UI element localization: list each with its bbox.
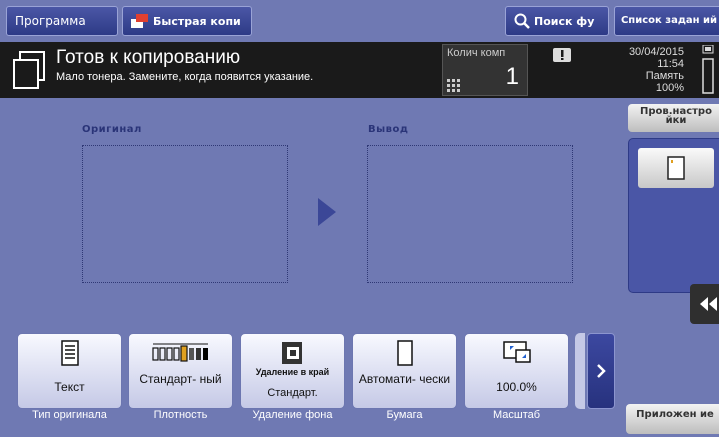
quick-copy-label: Быстрая копи [153, 14, 241, 28]
preview-area: Оригинал Вывод [0, 98, 628, 324]
paper-button[interactable]: Автомати- чески [352, 333, 457, 409]
check-settings-label: Пров.настро йки [640, 106, 712, 126]
status-message: Мало тонера. Замените, когда появится ук… [56, 71, 314, 83]
original-preview-frame [82, 145, 288, 283]
zoom-scale-icon [502, 341, 531, 363]
memory-gauge-icon [702, 45, 714, 94]
status-bar: Готов к копированию Мало тонера. Заменит… [0, 42, 719, 98]
density-value: Стандарт- ный [139, 372, 222, 386]
zoom-label: Масштаб [492, 409, 541, 421]
job-list-button[interactable]: Список задан ий [614, 6, 719, 36]
density-scale-icon [151, 343, 208, 362]
status-title: Готов к копированию [56, 47, 241, 68]
copy-count-label: Колич комп [447, 47, 506, 59]
top-bar: Программа Быстрая копи Поиск фу Список з… [0, 0, 719, 42]
quick-copy-icon [131, 14, 148, 28]
original-label: Оригинал [82, 124, 142, 135]
job-list-label: Список задан ий [620, 15, 718, 26]
copy-count-box[interactable]: Колич комп 1 [442, 44, 528, 96]
warning-icon[interactable] [553, 48, 571, 62]
date-text: 30/04/2015 [628, 46, 684, 58]
original-type-label: Тип оригинала [32, 409, 107, 421]
date-time-memory: 30/04/2015 11:54 Память 100% [610, 46, 684, 94]
next-tile-stub [575, 333, 585, 409]
background-removal-button[interactable]: Удаление в край Стандарт. [240, 333, 345, 409]
application-button[interactable]: Приложен ие [626, 404, 719, 434]
function-bar: Текст Тип оригинала Стандарт- ный Плотно… [0, 324, 719, 437]
orientation-panel [628, 138, 719, 293]
page-orientation-icon [667, 156, 685, 180]
zoom-value: 100.0% [496, 380, 537, 394]
double-chevron-left-icon [700, 297, 717, 311]
copy-documents-icon [13, 51, 45, 89]
time-text: 11:54 [657, 58, 684, 70]
keypad-icon[interactable] [447, 79, 461, 93]
quick-copy-button[interactable]: Быстрая копи [122, 6, 252, 36]
program-button-label: Программа [15, 14, 86, 28]
zoom-button[interactable]: 100.0% [464, 333, 569, 409]
edge-erase-text: Удаление в край [255, 367, 330, 377]
original-orientation-button[interactable] [638, 148, 714, 188]
check-settings-button[interactable]: Пров.настро йки [628, 104, 719, 132]
memory-value: 100% [655, 82, 684, 94]
program-button[interactable]: Программа [6, 6, 118, 36]
original-type-value: Текст [54, 380, 85, 394]
search-icon [514, 13, 530, 29]
application-label: Приложен ие [636, 409, 714, 420]
function-search-button[interactable]: Поиск фу [505, 6, 609, 36]
edge-erase-icon [281, 342, 302, 364]
next-page-button[interactable] [587, 333, 615, 409]
chevron-right-icon [597, 364, 606, 378]
density-button[interactable]: Стандарт- ный [128, 333, 233, 409]
output-preview-frame [367, 145, 573, 283]
density-label: Плотность [153, 409, 208, 421]
background-removal-value: Стандарт. [267, 387, 318, 399]
paper-value: Автомати- чески [358, 372, 451, 386]
original-type-button[interactable]: Текст [17, 333, 122, 409]
arrow-right-icon [318, 198, 336, 226]
paper-label: Бумага [386, 409, 423, 421]
document-text-icon [60, 340, 79, 366]
panel-collapse-button[interactable] [690, 284, 719, 324]
output-label: Вывод [368, 124, 409, 135]
memory-label: Память [645, 70, 684, 82]
background-removal-label: Удаление фона [252, 409, 333, 421]
search-button-label: Поиск фу [534, 14, 595, 28]
paper-icon [396, 340, 413, 366]
copy-count-value: 1 [505, 63, 519, 90]
